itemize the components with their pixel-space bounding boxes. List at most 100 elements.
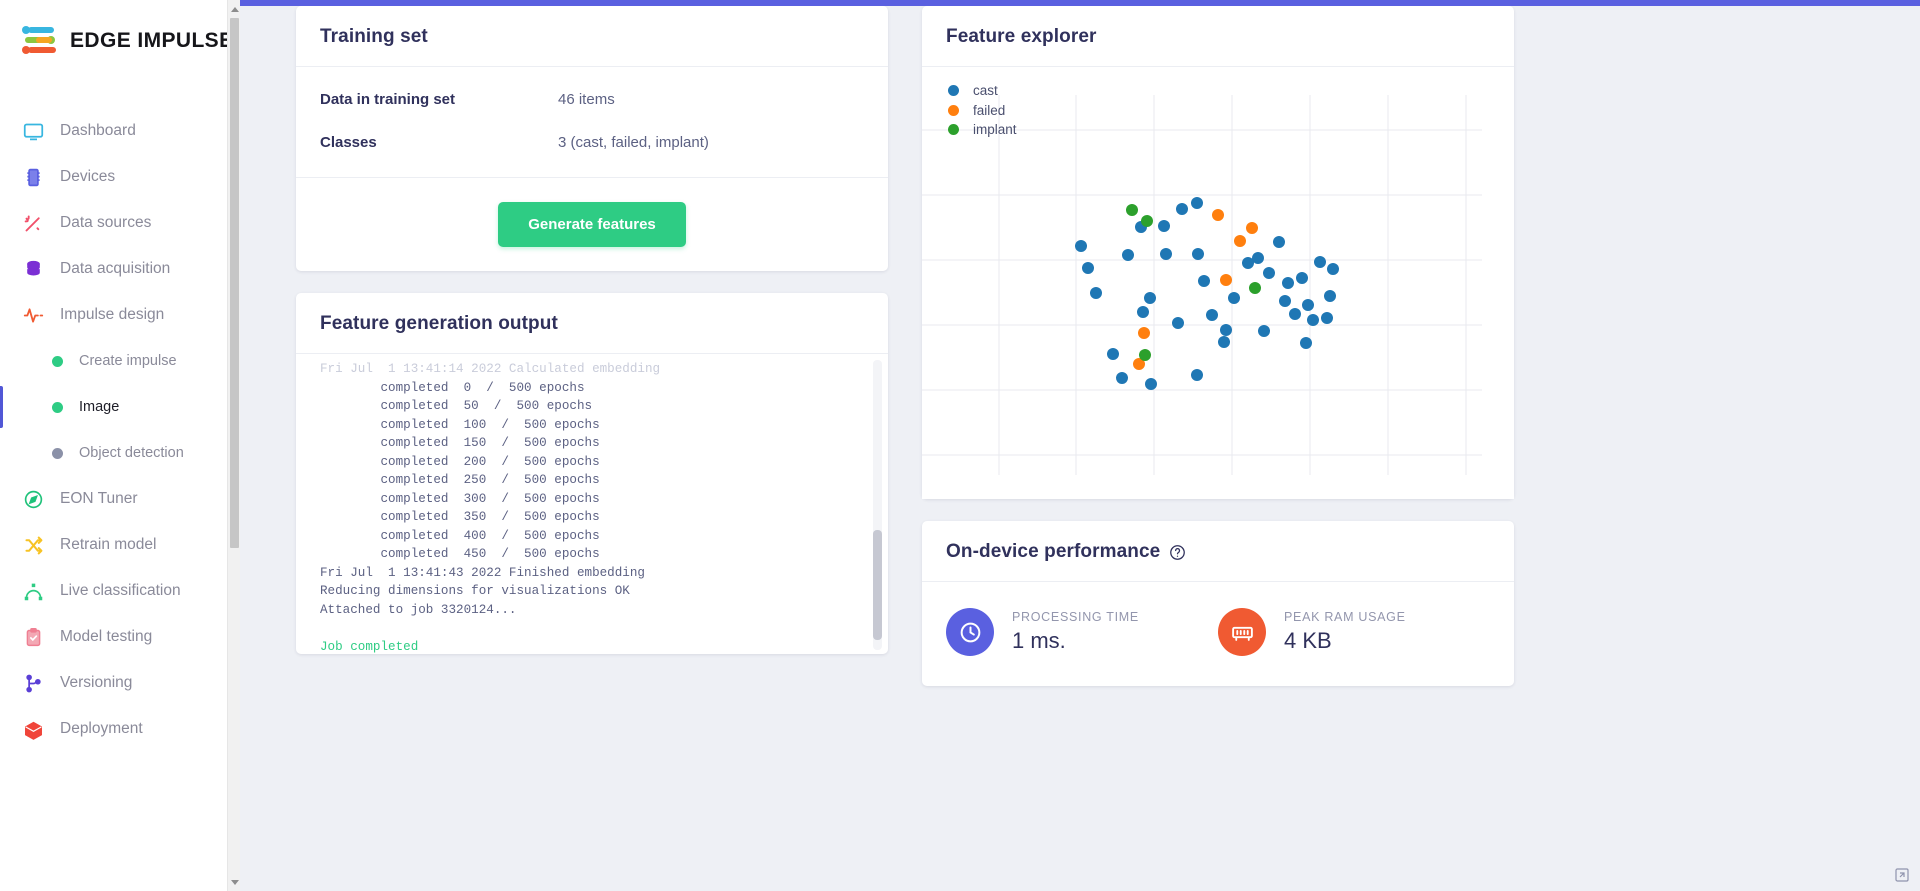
sidebar-item-eon-tuner[interactable]: EON Tuner xyxy=(0,476,240,522)
scatter-point[interactable] xyxy=(1090,287,1102,299)
sidebar-item-label: Live classification xyxy=(60,582,181,599)
scatter-point[interactable] xyxy=(1160,248,1172,260)
sidebar-item-label: Dashboard xyxy=(60,122,136,139)
shuffle-icon xyxy=(22,534,44,556)
scatter-point[interactable] xyxy=(1107,348,1119,360)
scatter-point[interactable] xyxy=(1176,203,1188,215)
sidebar-item-devices[interactable]: Devices xyxy=(0,154,240,200)
console-line: completed 400 / 500 epochs xyxy=(380,528,600,543)
scatter-point[interactable] xyxy=(1141,215,1153,227)
scatter-point[interactable] xyxy=(1158,220,1170,232)
scatter-point[interactable] xyxy=(1198,275,1210,287)
legend-label: failed xyxy=(973,102,1006,118)
edge-impulse-logo-icon xyxy=(22,26,60,56)
scatter-point[interactable] xyxy=(1321,312,1333,324)
sidebar-item-live-classification[interactable]: Live classification xyxy=(0,568,240,614)
scatter-point[interactable] xyxy=(1234,235,1246,247)
scatter-point[interactable] xyxy=(1139,349,1151,361)
scatter-point[interactable] xyxy=(1302,299,1314,311)
scatter-point[interactable] xyxy=(1327,263,1339,275)
scatter-point[interactable] xyxy=(1300,337,1312,349)
scatter-point[interactable] xyxy=(1279,295,1291,307)
console-line: completed 350 / 500 epochs xyxy=(380,510,600,524)
scatter-point[interactable] xyxy=(1307,314,1319,326)
console-scrollbar[interactable] xyxy=(873,360,882,650)
legend-item[interactable]: failed xyxy=(948,101,1017,121)
sidebar-item-label: Deployment xyxy=(60,720,143,737)
sidebar-item-versioning[interactable]: Versioning xyxy=(0,660,240,706)
question-circle-icon[interactable] xyxy=(1169,544,1186,561)
app-root: EDGE IMPULSE Dashboard Devices Data sour… xyxy=(0,0,1920,891)
scroll-up-arrow-icon[interactable] xyxy=(228,2,240,16)
scatter-point[interactable] xyxy=(1289,308,1301,320)
sidebar-item-object-detection[interactable]: Object detection xyxy=(0,430,240,476)
console-line: Reducing dimensions for visualizations O… xyxy=(320,584,630,598)
console-line: Fri Jul 1 13:41:43 2022 Finished embeddi… xyxy=(320,565,645,580)
scatter-point[interactable] xyxy=(1138,327,1150,339)
sidebar-item-data-sources[interactable]: Data sources xyxy=(0,200,240,246)
console-line: completed 0 / 500 epochs xyxy=(380,380,585,395)
scatter-point[interactable] xyxy=(1296,272,1308,284)
scatter-point[interactable] xyxy=(1192,248,1204,260)
scatter-point[interactable] xyxy=(1075,240,1087,252)
console-line: Job completed xyxy=(320,639,419,654)
sidebar-scrollbar-thumb[interactable] xyxy=(230,18,239,548)
sidebar-scrollbar[interactable] xyxy=(227,0,240,891)
sidebar-item-impulse-design[interactable]: Impulse design xyxy=(0,292,240,338)
scatter-point[interactable] xyxy=(1246,222,1258,234)
feature-explorer-plot[interactable]: cast failed implant xyxy=(922,67,1514,499)
scatter-point[interactable] xyxy=(1126,204,1138,216)
scatter-point[interactable] xyxy=(1218,336,1230,348)
scatter-point[interactable] xyxy=(1137,306,1149,318)
branch-icon xyxy=(22,672,44,694)
scatter-point[interactable] xyxy=(1082,262,1094,274)
scatter-point[interactable] xyxy=(1252,252,1264,264)
training-set-rows: Data in training set 46 items Classes 3 … xyxy=(296,67,888,177)
sidebar-item-label: Data acquisition xyxy=(60,260,171,277)
sidebar-item-create-impulse[interactable]: Create impulse xyxy=(0,338,240,384)
scatter-point[interactable] xyxy=(1220,274,1232,286)
sidebar-item-dashboard[interactable]: Dashboard xyxy=(0,108,240,154)
sidebar-item-label: EON Tuner xyxy=(60,490,138,507)
scatter-point[interactable] xyxy=(1273,236,1285,248)
scroll-down-arrow-icon[interactable] xyxy=(228,875,240,889)
console-line: completed 450 / 500 epochs xyxy=(380,547,600,561)
console-output[interactable]: Fri Jul 1 13:41:14 2022 Calculated embed… xyxy=(296,354,888,654)
scatter-point[interactable] xyxy=(1249,282,1261,294)
console-line: Fri Jul 1 13:41:14 2022 Calculated embed… xyxy=(320,362,661,376)
left-column: Training set Data in training set 46 ite… xyxy=(296,0,888,891)
scatter-point[interactable] xyxy=(1191,369,1203,381)
sidebar-item-retrain-model[interactable]: Retrain model xyxy=(0,522,240,568)
scatter-point[interactable] xyxy=(1314,256,1326,268)
legend-dot-icon xyxy=(948,85,959,97)
sidebar-item-image[interactable]: Image xyxy=(0,384,240,430)
sidebar-item-data-acquisition[interactable]: Data acquisition xyxy=(0,246,240,292)
legend-item[interactable]: cast xyxy=(948,81,1017,101)
scatter-point[interactable] xyxy=(1122,249,1134,261)
sidebar-item-model-testing[interactable]: Model testing xyxy=(0,614,240,660)
metric-label: PROCESSING TIME xyxy=(1012,610,1139,624)
resize-widget-icon[interactable] xyxy=(1894,867,1910,883)
console-line: completed 300 / 500 epochs xyxy=(380,491,600,506)
scatter-point[interactable] xyxy=(1212,209,1224,221)
scatter-point[interactable] xyxy=(1145,378,1157,390)
brand[interactable]: EDGE IMPULSE xyxy=(0,0,240,56)
scatter-point[interactable] xyxy=(1172,317,1184,329)
generate-features-button[interactable]: Generate features xyxy=(498,202,686,247)
scatter-point[interactable] xyxy=(1263,267,1275,279)
scatter-point[interactable] xyxy=(1324,290,1336,302)
scatter-point[interactable] xyxy=(1191,197,1203,209)
scatter-point[interactable] xyxy=(1258,325,1270,337)
chip-icon xyxy=(22,166,44,188)
scatter-point[interactable] xyxy=(1116,372,1128,384)
sidebar-item-deployment[interactable]: Deployment xyxy=(0,706,240,752)
console-scrollbar-thumb[interactable] xyxy=(873,530,882,640)
scatter-point[interactable] xyxy=(1206,309,1218,321)
scatter-point[interactable] xyxy=(1144,292,1156,304)
scatter-point[interactable] xyxy=(1228,292,1240,304)
training-set-footer: Generate features xyxy=(296,177,888,271)
scatter-point[interactable] xyxy=(1282,277,1294,289)
legend-item[interactable]: implant xyxy=(948,120,1017,140)
scatter-point[interactable] xyxy=(1220,324,1232,336)
console-line: completed 200 / 500 epochs xyxy=(380,454,600,469)
